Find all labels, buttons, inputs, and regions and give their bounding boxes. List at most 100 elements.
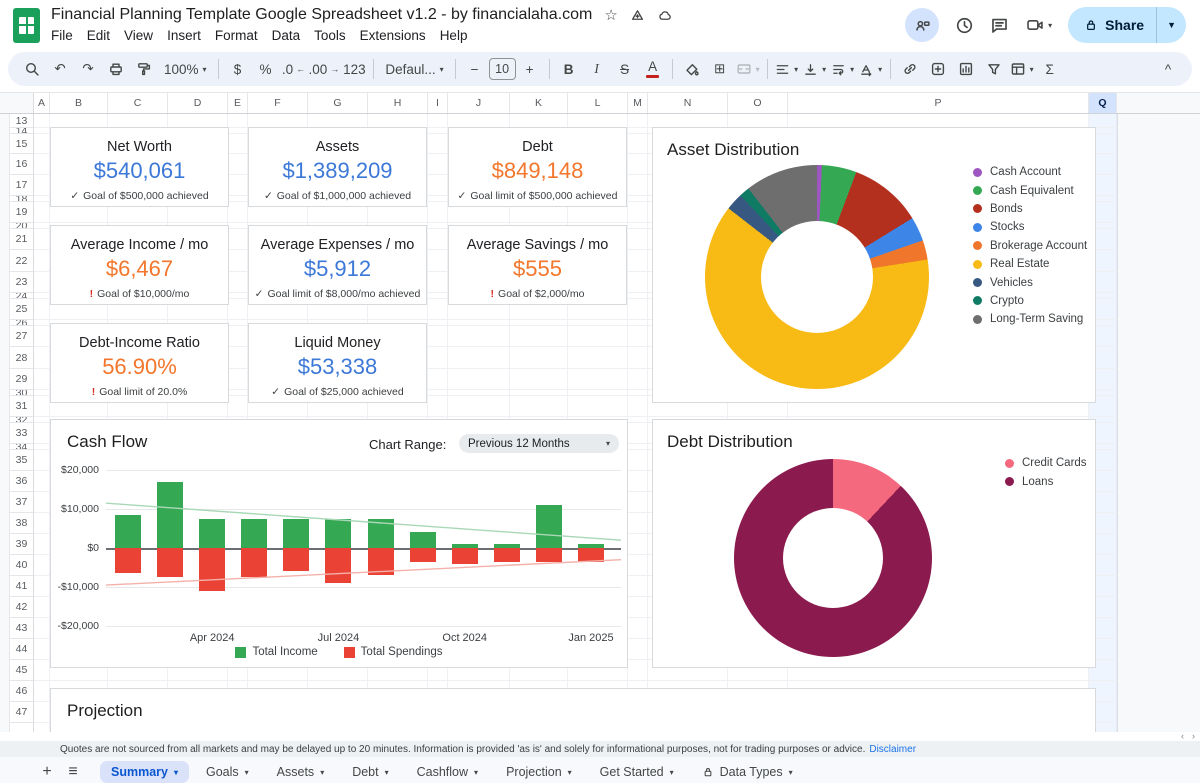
- row-header-44[interactable]: 44: [10, 639, 34, 660]
- paint-format-button[interactable]: [131, 56, 157, 82]
- row-header-15[interactable]: 15: [10, 134, 34, 154]
- redo-button[interactable]: ↷: [75, 56, 101, 82]
- increase-font-size-button[interactable]: +: [517, 56, 543, 82]
- row-header-47[interactable]: 47: [10, 702, 34, 723]
- insert-link-button[interactable]: [897, 56, 923, 82]
- scroll-left-icon[interactable]: ‹: [1181, 732, 1184, 741]
- row-header-36[interactable]: 36: [10, 471, 34, 492]
- row-header-19[interactable]: 19: [10, 202, 34, 223]
- column-header-A[interactable]: A: [34, 93, 50, 113]
- cloud-saved-icon[interactable]: [657, 8, 673, 23]
- menu-insert[interactable]: Insert: [160, 27, 208, 44]
- row-header-45[interactable]: 45: [10, 660, 34, 681]
- text-rotation-button[interactable]: ▾: [858, 56, 884, 82]
- column-header-D[interactable]: D: [168, 93, 228, 113]
- fill-color-button[interactable]: [679, 56, 705, 82]
- tab-data-types[interactable]: Data Types▾: [691, 761, 804, 783]
- menu-help[interactable]: Help: [433, 27, 475, 44]
- column-header-K[interactable]: K: [510, 93, 568, 113]
- document-title[interactable]: Financial Planning Template Google Sprea…: [51, 6, 592, 24]
- tab-caret-icon[interactable]: ▾: [385, 768, 389, 777]
- column-header-C[interactable]: C: [108, 93, 168, 113]
- row-header-27[interactable]: 27: [10, 326, 34, 347]
- menu-view[interactable]: View: [117, 27, 160, 44]
- tab-goals[interactable]: Goals▾: [195, 761, 260, 783]
- row-header-35[interactable]: 35: [10, 450, 34, 471]
- row-header-33[interactable]: 33: [10, 423, 34, 444]
- column-header-I[interactable]: I: [428, 93, 448, 113]
- tab-caret-icon[interactable]: ▾: [568, 768, 572, 777]
- table-views-button[interactable]: ▾: [1009, 56, 1035, 82]
- horizontal-align-button[interactable]: ▾: [774, 56, 800, 82]
- row-header-42[interactable]: 42: [10, 597, 34, 618]
- row-header-46[interactable]: 46: [10, 681, 34, 702]
- column-header-G[interactable]: G: [308, 93, 368, 113]
- share-menu-caret[interactable]: ▼: [1156, 7, 1186, 43]
- add-sheet-button[interactable]: +: [34, 759, 60, 783]
- functions-button[interactable]: Σ: [1037, 56, 1063, 82]
- row-header-31[interactable]: 31: [10, 396, 34, 417]
- insert-comment-button[interactable]: [925, 56, 951, 82]
- sheet-canvas[interactable]: Asset Distribution Cash AccountCash Equi…: [34, 114, 1117, 732]
- all-sheets-button[interactable]: ≡: [60, 759, 86, 783]
- move-to-drive-icon[interactable]: [630, 8, 645, 23]
- column-header-L[interactable]: L: [568, 93, 628, 113]
- menu-edit[interactable]: Edit: [80, 27, 117, 44]
- column-header-B[interactable]: B: [50, 93, 108, 113]
- menu-file[interactable]: File: [44, 27, 80, 44]
- row-header-13[interactable]: 13: [10, 114, 34, 128]
- insert-chart-button[interactable]: [953, 56, 979, 82]
- column-header-M[interactable]: M: [628, 93, 648, 113]
- row-header-25[interactable]: 25: [10, 299, 34, 320]
- tab-caret-icon[interactable]: ▾: [320, 768, 324, 777]
- tab-summary[interactable]: Summary▾: [100, 761, 189, 783]
- menu-data[interactable]: Data: [265, 27, 308, 44]
- search-button[interactable]: [19, 56, 45, 82]
- row-header-23[interactable]: 23: [10, 272, 34, 293]
- tab-debt[interactable]: Debt▾: [341, 761, 399, 783]
- column-header-F[interactable]: F: [248, 93, 308, 113]
- create-filter-button[interactable]: [981, 56, 1007, 82]
- meet-button[interactable]: ▾: [1025, 16, 1052, 34]
- increase-decimal-button[interactable]: .00→: [309, 56, 340, 82]
- merge-cells-button[interactable]: ▾: [735, 56, 761, 82]
- version-history-button[interactable]: [955, 16, 974, 35]
- column-header-N[interactable]: N: [648, 93, 728, 113]
- row-header-28[interactable]: 28: [10, 347, 34, 369]
- column-header-E[interactable]: E: [228, 93, 248, 113]
- column-header-J[interactable]: J: [448, 93, 510, 113]
- sheets-logo-icon[interactable]: [13, 8, 40, 43]
- row-header-41[interactable]: 41: [10, 576, 34, 597]
- row-header-21[interactable]: 21: [10, 229, 34, 250]
- tab-caret-icon[interactable]: ▾: [670, 768, 674, 777]
- print-button[interactable]: [103, 56, 129, 82]
- format-currency-button[interactable]: $: [225, 56, 251, 82]
- disclaimer-link[interactable]: Disclaimer: [869, 744, 916, 755]
- row-header-17[interactable]: 17: [10, 175, 34, 196]
- star-icon[interactable]: ☆: [604, 8, 617, 23]
- comments-button[interactable]: [990, 16, 1009, 35]
- font-select[interactable]: Defaul...▾: [380, 56, 448, 82]
- menu-tools[interactable]: Tools: [307, 27, 353, 44]
- italic-button[interactable]: I: [584, 56, 610, 82]
- decrease-decimal-button[interactable]: .0←: [281, 56, 307, 82]
- row-header-48[interactable]: 48: [10, 723, 34, 732]
- column-header-H[interactable]: H: [368, 93, 428, 113]
- row-header-38[interactable]: 38: [10, 513, 34, 534]
- row-header-16[interactable]: 16: [10, 154, 34, 175]
- tab-cashflow[interactable]: Cashflow▾: [406, 761, 489, 783]
- strikethrough-button[interactable]: S: [612, 56, 638, 82]
- tab-caret-icon[interactable]: ▾: [474, 768, 478, 777]
- present-to-meeting-button[interactable]: [905, 8, 939, 42]
- collapse-toolbar-button[interactable]: ^: [1155, 56, 1181, 82]
- row-header-39[interactable]: 39: [10, 534, 34, 555]
- tab-get-started[interactable]: Get Started▾: [589, 761, 685, 783]
- row-header-29[interactable]: 29: [10, 369, 34, 390]
- row-header-37[interactable]: 37: [10, 492, 34, 513]
- zoom-select[interactable]: 100%▾: [159, 56, 212, 82]
- text-wrap-button[interactable]: ▾: [830, 56, 856, 82]
- tab-assets[interactable]: Assets▾: [266, 761, 336, 783]
- tab-caret-icon[interactable]: ▾: [789, 768, 793, 777]
- borders-button[interactable]: ⊞: [707, 56, 733, 82]
- horizontal-scrollbar[interactable]: ‹ ›: [0, 732, 1200, 741]
